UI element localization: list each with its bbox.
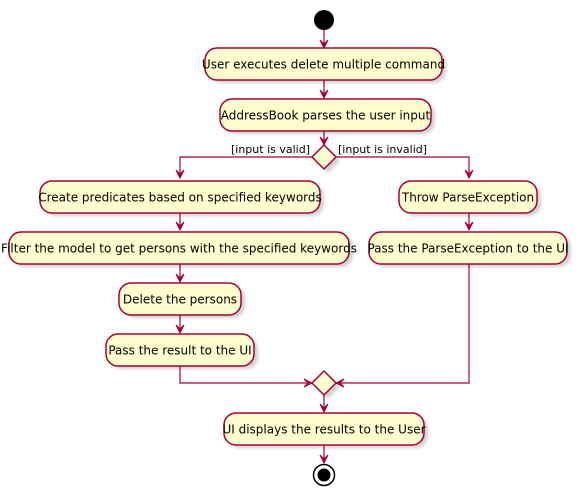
start-node bbox=[314, 10, 334, 30]
guard-input-valid: [input is valid] bbox=[231, 143, 310, 156]
activity-label: User executes delete multiple command bbox=[202, 58, 445, 72]
activity-label: Delete the persons bbox=[123, 293, 237, 307]
decision-node bbox=[310, 143, 340, 173]
activity-ui-displays: UI displays the results to the User bbox=[222, 412, 428, 448]
activity-label: Pass the result to the UI bbox=[108, 344, 251, 358]
edge-pass-exception-to-merge bbox=[336, 263, 470, 384]
activity-user-executes: User executes delete multiple command bbox=[202, 47, 446, 83]
activity-label: AddressBook parses the user input bbox=[221, 109, 431, 123]
edge-invalid-branch bbox=[336, 156, 470, 178]
end-node bbox=[312, 463, 336, 487]
activity-create-predicates: Create predicates based on specified key… bbox=[38, 180, 324, 216]
activity-label: Filter the model to get persons with the… bbox=[1, 242, 357, 256]
activity-pass-exception: Pass the ParseException to the UI bbox=[367, 231, 571, 267]
activity-throw-exception: Throw ParseException bbox=[398, 180, 541, 216]
activity-label: Create predicates based on specified key… bbox=[38, 191, 322, 205]
activity-label: Pass the ParseException to the UI bbox=[367, 242, 568, 256]
activity-label: UI displays the results to the User bbox=[222, 423, 425, 437]
activity-parse-input: AddressBook parses the user input bbox=[219, 98, 435, 134]
activity-diagram: User executes delete multiple command Ad… bbox=[1, 10, 571, 487]
guard-input-invalid: [input is invalid] bbox=[338, 143, 427, 156]
activity-delete-persons: Delete the persons bbox=[118, 282, 245, 318]
activity-label: Throw ParseException bbox=[401, 191, 534, 205]
activity-filter-model: Filter the model to get persons with the… bbox=[1, 231, 357, 267]
activity-pass-result: Pass the result to the UI bbox=[105, 333, 258, 369]
merge-node bbox=[310, 369, 340, 399]
edge-valid-branch bbox=[179, 156, 312, 178]
